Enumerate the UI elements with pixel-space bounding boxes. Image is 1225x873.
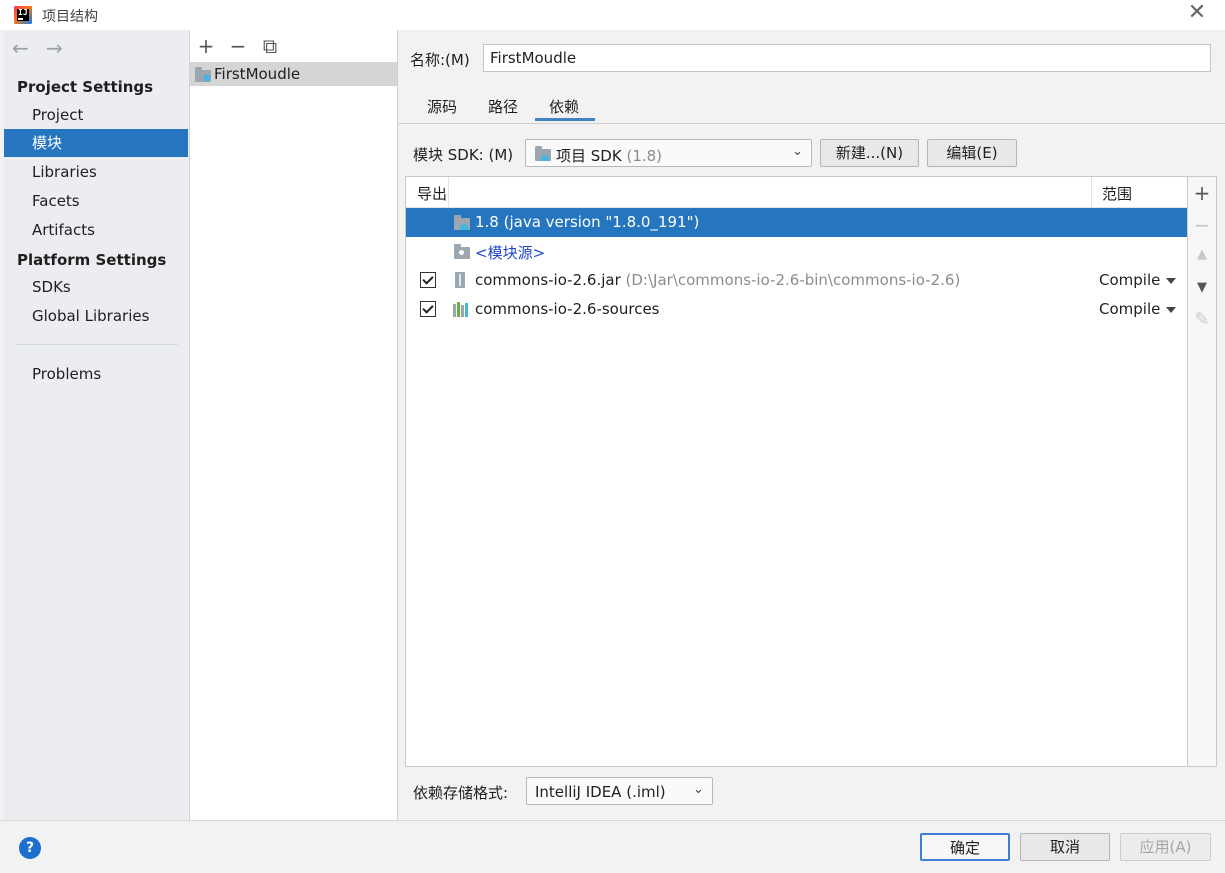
back-arrow-icon[interactable]: ← <box>12 36 29 60</box>
export-checkbox[interactable] <box>420 301 436 317</box>
header-export[interactable]: 导出 <box>417 183 447 204</box>
new-sdk-button[interactable]: 新建...(N) <box>820 139 919 167</box>
dependency-path: (D:\Jar\commons-io-2.6-bin\commons-io-2.… <box>625 271 961 289</box>
window-title: 项目结构 <box>42 9 98 25</box>
table-row[interactable]: 1.8 (java version "1.8.0_191") <box>406 208 1187 237</box>
intellij-logo-icon: IJ <box>14 6 32 24</box>
forward-arrow-icon[interactable]: → <box>46 36 63 60</box>
module-list-item[interactable]: FirstMoudle <box>190 62 397 86</box>
storage-format-dropdown[interactable]: IntelliJ IDEA (.iml) ⌄ <box>526 777 713 805</box>
remove-module-icon[interactable]: − <box>228 34 248 58</box>
sidebar-item-project[interactable]: Project <box>4 101 188 129</box>
module-name-input[interactable] <box>483 44 1211 72</box>
dependency-name: 1.8 (java version "1.8.0_191") <box>475 213 700 231</box>
sdk-value: 项目 SDK <box>556 147 622 165</box>
storage-format-label: 依赖存储格式: <box>413 784 509 802</box>
ok-button[interactable]: 确定 <box>920 833 1010 861</box>
remove-dependency-icon[interactable]: − <box>1188 213 1216 237</box>
tabs-divider <box>398 123 1225 124</box>
dialog-footer: ? 确定 取消 应用(A) <box>0 820 1225 873</box>
tab-dependencies[interactable]: 依赖 <box>549 96 579 120</box>
module-name: FirstMoudle <box>214 65 301 83</box>
sidebar-item-facets[interactable]: Facets <box>4 187 188 215</box>
sdk-version: (1.8) <box>626 147 663 165</box>
library-icon <box>453 302 471 317</box>
chevron-down-icon: ⌄ <box>792 144 803 159</box>
move-up-icon[interactable]: ▲ <box>1188 247 1216 262</box>
table-row[interactable]: <模块源> <box>406 237 1187 266</box>
add-dependency-icon[interactable]: + <box>1188 181 1216 205</box>
add-module-icon[interactable]: + <box>196 34 216 58</box>
move-down-icon[interactable]: ▼ <box>1188 280 1216 295</box>
sidebar-divider <box>16 344 178 345</box>
module-folder-icon <box>195 67 211 82</box>
tab-paths[interactable]: 路径 <box>488 96 518 120</box>
table-row[interactable]: commons-io-2.6-sources Compile <box>406 295 1187 324</box>
storage-format-value: IntelliJ IDEA (.iml) <box>535 783 666 801</box>
platform-settings-heading: Platform Settings <box>17 251 167 269</box>
table-row[interactable]: commons-io-2.6.jar (D:\Jar\commons-io-2.… <box>406 266 1187 295</box>
active-tab-indicator <box>535 118 595 121</box>
sidebar-item-sdks[interactable]: SDKs <box>4 273 188 301</box>
sdk-folder-icon <box>535 146 551 161</box>
sidebar: ← → Project Settings Project 模块 Librarie… <box>4 30 188 820</box>
sdk-folder-icon <box>454 215 470 230</box>
close-icon[interactable]: ✕ <box>1185 2 1209 26</box>
module-list-panel: + − ⧉ FirstMoudle <box>189 30 398 820</box>
sidebar-item-modules[interactable]: 模块 <box>4 129 188 157</box>
module-detail-panel: 名称:(M) 源码 路径 依赖 模块 SDK: (M) 项目 SDK (1.8)… <box>398 30 1225 820</box>
export-checkbox[interactable] <box>420 272 436 288</box>
sidebar-item-global-libraries[interactable]: Global Libraries <box>4 302 188 330</box>
chevron-down-icon: ⌄ <box>693 782 704 797</box>
dependency-name: commons-io-2.6-sources <box>475 300 660 318</box>
jar-icon <box>455 272 465 288</box>
dependency-name: commons-io-2.6.jar <box>475 271 621 289</box>
dropdown-arrow-icon <box>1166 277 1177 284</box>
module-sdk-dropdown[interactable]: 项目 SDK (1.8) ⌄ <box>525 139 812 167</box>
dependency-name: <模块源> <box>475 244 546 262</box>
tab-sources[interactable]: 源码 <box>427 96 457 120</box>
dependencies-table: 导出 范围 1.8 (java version "1.8.0_191") <模块… <box>405 176 1188 767</box>
scope-dropdown[interactable]: Compile <box>1099 271 1177 289</box>
name-label: 名称:(M) <box>410 51 470 69</box>
help-icon[interactable]: ? <box>19 837 41 859</box>
dependencies-toolbar: + − ▲ ▼ ✎ <box>1188 176 1217 767</box>
sidebar-item-libraries[interactable]: Libraries <box>4 158 188 186</box>
module-source-folder-icon <box>454 244 470 259</box>
title-bar: IJ 项目结构 ✕ <box>0 0 1225 30</box>
header-scope[interactable]: 范围 <box>1102 183 1132 204</box>
edit-sdk-button[interactable]: 编辑(E) <box>927 139 1017 167</box>
project-settings-heading: Project Settings <box>17 78 154 96</box>
table-header: 导出 范围 <box>406 177 1187 208</box>
sidebar-item-problems[interactable]: Problems <box>4 360 188 388</box>
copy-module-icon[interactable]: ⧉ <box>260 34 280 58</box>
sidebar-item-artifacts[interactable]: Artifacts <box>4 216 188 244</box>
module-sdk-label: 模块 SDK: (M) <box>413 146 514 164</box>
scope-dropdown[interactable]: Compile <box>1099 300 1177 318</box>
dropdown-arrow-icon <box>1166 306 1177 313</box>
cancel-button[interactable]: 取消 <box>1020 833 1110 861</box>
apply-button[interactable]: 应用(A) <box>1120 833 1211 861</box>
edit-dependency-icon[interactable]: ✎ <box>1188 309 1216 330</box>
